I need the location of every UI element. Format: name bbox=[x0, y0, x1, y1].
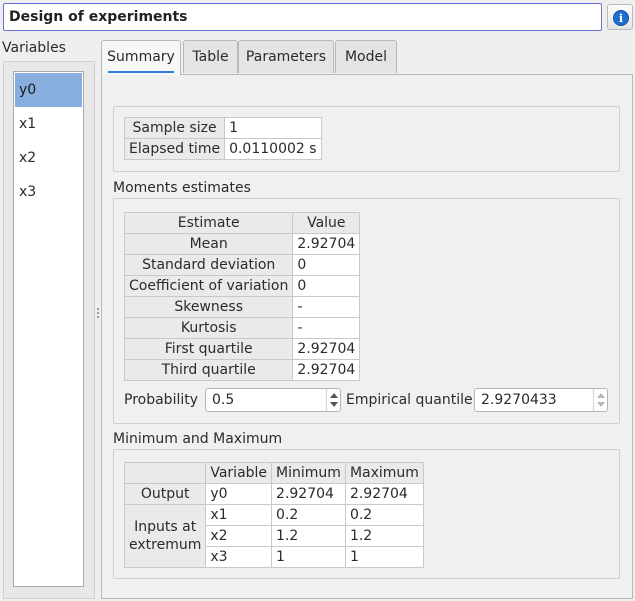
maximum-cell: 1 bbox=[344, 546, 424, 568]
estimate-value: 0 bbox=[292, 275, 361, 297]
empirical-quantile-spinbox[interactable]: 2.9270433 bbox=[474, 388, 608, 412]
estimate-value: 2.92704 bbox=[292, 233, 361, 255]
table-header-row: Estimate Value bbox=[123, 212, 361, 234]
maximum-cell: 0.2 bbox=[344, 504, 424, 526]
summary-table: Sample size 1 Elapsed time 0.0110002 s bbox=[123, 117, 322, 160]
moments-title: Moments estimates bbox=[113, 180, 251, 196]
table-header-row: Variable Minimum Maximum bbox=[123, 462, 424, 484]
output-label: Output bbox=[123, 483, 207, 505]
estimate-label: Mean bbox=[123, 233, 294, 255]
probability-label: Probability bbox=[124, 392, 199, 408]
spin-up-icon[interactable] bbox=[597, 393, 605, 398]
table-row: Elapsed time 0.0110002 s bbox=[123, 138, 322, 160]
minmax-title: Minimum and Maximum bbox=[113, 431, 283, 447]
inputs-label-line1: Inputs at bbox=[134, 519, 197, 535]
sample-size-label: Sample size bbox=[123, 117, 226, 139]
estimate-value: 2.92704 bbox=[292, 338, 361, 360]
tab-table[interactable]: Table bbox=[183, 40, 238, 73]
window-title: Design of experiments bbox=[9, 9, 188, 25]
minimum-cell: 2.92704 bbox=[271, 483, 346, 505]
info-icon: i bbox=[613, 10, 629, 26]
tab-model[interactable]: Model bbox=[335, 40, 397, 73]
table-row: Output y0 2.92704 2.92704 bbox=[123, 483, 424, 505]
column-header-maximum: Maximum bbox=[344, 462, 424, 484]
splitter-handle[interactable] bbox=[97, 308, 100, 322]
variable-item-x3[interactable]: x3 bbox=[15, 175, 82, 209]
elapsed-time-value: 0.0110002 s bbox=[224, 138, 322, 160]
spin-arrows[interactable] bbox=[326, 389, 340, 411]
column-header-estimate: Estimate bbox=[123, 212, 294, 234]
spin-down-icon[interactable] bbox=[597, 402, 605, 407]
estimate-label: Third quartile bbox=[123, 359, 294, 381]
maximum-cell: 2.92704 bbox=[344, 483, 424, 505]
table-row: First quartile 2.92704 bbox=[123, 338, 361, 360]
variables-label: Variables bbox=[2, 40, 66, 56]
estimate-value: 0 bbox=[292, 254, 361, 276]
spin-arrows[interactable] bbox=[593, 389, 607, 411]
column-header-minimum: Minimum bbox=[271, 462, 346, 484]
variables-list[interactable]: y0 x1 x2 x3 bbox=[13, 71, 84, 587]
info-button[interactable]: i bbox=[607, 4, 633, 30]
spin-down-icon[interactable] bbox=[330, 402, 338, 407]
estimate-label: Standard deviation bbox=[123, 254, 294, 276]
estimate-value: - bbox=[292, 296, 361, 318]
table-row: Sample size 1 bbox=[123, 117, 322, 139]
minmax-table: Variable Minimum Maximum Output y0 2.927… bbox=[123, 462, 424, 568]
variable-cell: x1 bbox=[205, 504, 273, 526]
tab-summary[interactable]: Summary bbox=[101, 40, 181, 75]
minimum-cell: 1 bbox=[271, 546, 346, 568]
minimum-cell: 1.2 bbox=[271, 525, 346, 547]
variable-item-x1[interactable]: x1 bbox=[15, 107, 82, 141]
variable-cell: x2 bbox=[205, 525, 273, 547]
table-row: Skewness - bbox=[123, 296, 361, 318]
estimate-label: Skewness bbox=[123, 296, 294, 318]
estimate-label: Coefficient of variation bbox=[123, 275, 294, 297]
table-row: Inputs at extremum x1 0.2 0.2 bbox=[123, 504, 424, 568]
tab-parameters[interactable]: Parameters bbox=[238, 40, 334, 73]
table-row: Coefficient of variation 0 bbox=[123, 275, 361, 297]
estimate-value: - bbox=[292, 317, 361, 339]
column-header-variable: Variable bbox=[205, 462, 273, 484]
estimate-value: 2.92704 bbox=[292, 359, 361, 381]
variable-cell: y0 bbox=[205, 483, 273, 505]
empirical-quantile-label: Empirical quantile bbox=[346, 392, 473, 408]
moments-table: Estimate Value Mean 2.92704 Standard devi… bbox=[123, 212, 361, 381]
probability-spinbox[interactable]: 0.5 bbox=[205, 388, 341, 412]
variable-cell: x3 bbox=[205, 546, 273, 568]
inputs-label-line2: extremum bbox=[129, 537, 202, 553]
spin-up-icon[interactable] bbox=[330, 393, 338, 398]
column-header-blank bbox=[123, 462, 207, 484]
estimate-label: First quartile bbox=[123, 338, 294, 360]
table-row: Standard deviation 0 bbox=[123, 254, 361, 276]
elapsed-time-label: Elapsed time bbox=[123, 138, 226, 160]
estimate-label: Kurtosis bbox=[123, 317, 294, 339]
column-header-value: Value bbox=[292, 212, 361, 234]
inputs-at-extremum-label: Inputs at extremum bbox=[123, 504, 207, 568]
table-row: Mean 2.92704 bbox=[123, 233, 361, 255]
maximum-cell: 1.2 bbox=[344, 525, 424, 547]
minimum-cell: 0.2 bbox=[271, 504, 346, 526]
variable-item-y0[interactable]: y0 bbox=[15, 73, 82, 107]
sample-size-value: 1 bbox=[224, 117, 322, 139]
probability-value: 0.5 bbox=[212, 392, 235, 408]
table-row: Third quartile 2.92704 bbox=[123, 359, 361, 381]
variable-item-x2[interactable]: x2 bbox=[15, 141, 82, 175]
empirical-quantile-value: 2.9270433 bbox=[481, 392, 557, 408]
table-row: Kurtosis - bbox=[123, 317, 361, 339]
